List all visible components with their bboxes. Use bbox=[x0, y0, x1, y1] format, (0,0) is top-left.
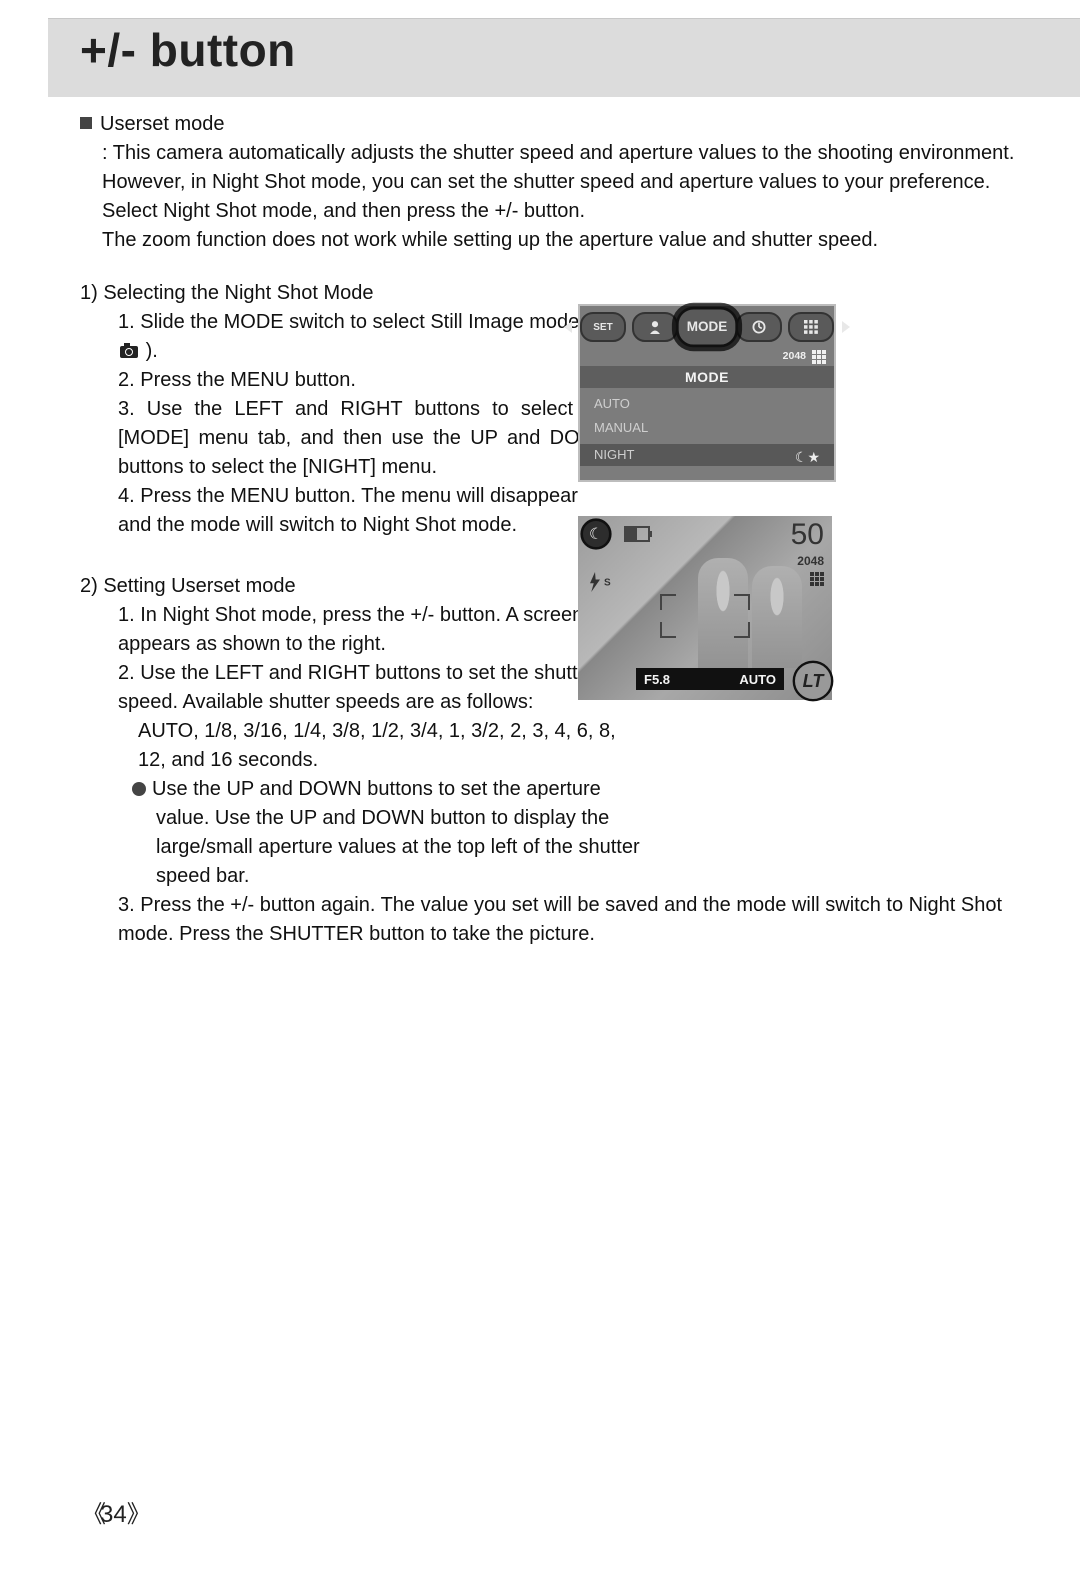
battery-icon bbox=[624, 526, 650, 542]
sec2-step3: 3. Press the +/- button again. The value… bbox=[118, 891, 1020, 949]
body-text: Userset mode : This camera automatically… bbox=[80, 110, 1020, 949]
sec2-bullet1: Use the UP and DOWN buttons to set the a… bbox=[152, 778, 640, 887]
night-moon-icon: ☾★ bbox=[795, 446, 820, 468]
shutter-auto-label: AUTO bbox=[739, 672, 784, 687]
dot-bullet-icon bbox=[132, 782, 146, 796]
flash-slow-icon: S bbox=[586, 572, 611, 597]
userset-intro-1: : This camera automatically adjusts the … bbox=[102, 139, 1020, 226]
preview-top-icons: ☾ bbox=[584, 522, 650, 546]
section1-title: 1) Selecting the Night Shot Mode bbox=[80, 279, 1020, 308]
page-number: 《34》 bbox=[82, 1494, 145, 1529]
arrow-right-icon bbox=[842, 321, 850, 333]
mode-tab-icon: MODE bbox=[676, 307, 738, 348]
portrait-tab-icon bbox=[632, 312, 678, 342]
userset-heading: Userset mode bbox=[100, 113, 225, 135]
sec1-step1: 1. Slide the MODE switch to select Still… bbox=[118, 308, 613, 366]
quality-grid-icon bbox=[812, 350, 826, 364]
angle-right-icon: 》 bbox=[127, 1501, 145, 1528]
mode-tab-icons: SET MODE bbox=[580, 310, 834, 344]
sec2-step1: 1. In Night Shot mode, press the +/- but… bbox=[118, 601, 623, 659]
sec2-step2b: AUTO, 1/8, 3/16, 1/4, 3/8, 1/2, 3/4, 1, … bbox=[138, 717, 643, 775]
sec1-step4: 4. Press the MENU button. The menu will … bbox=[118, 482, 613, 540]
sec2-bullet1-row: Use the UP and DOWN buttons to set the a… bbox=[156, 775, 646, 891]
night-mode-icon: ☾ bbox=[580, 518, 611, 549]
preview-resolution: 2048 bbox=[797, 554, 824, 568]
section2-title: 2) Setting Userset mode bbox=[80, 572, 1020, 601]
header-band: +/- button bbox=[48, 18, 1080, 97]
exposure-bar: F5.8 AUTO bbox=[636, 668, 784, 690]
figure-mode-menu: SET MODE 2048 MODE AUTO MANUAL bbox=[578, 304, 836, 482]
angle-left-icon: 《 bbox=[82, 1501, 100, 1528]
arrow-left-icon bbox=[564, 321, 572, 333]
page-title: +/- button bbox=[80, 23, 296, 77]
camera-icon bbox=[120, 346, 138, 358]
square-bullet-icon bbox=[80, 117, 92, 129]
grid-tab-icon bbox=[788, 312, 834, 342]
mode-item-night: NIGHT ☾★ bbox=[580, 444, 834, 466]
timer-tab-icon bbox=[736, 312, 782, 342]
lt-badge-icon: LT bbox=[793, 661, 834, 702]
figure-preview-screen: ☾ 50 2048 S F5.8 AUTO LT bbox=[578, 516, 832, 700]
mode-item-auto: AUTO bbox=[594, 396, 630, 411]
manual-page: +/- button Userset mode : This camera au… bbox=[0, 0, 1080, 1577]
mode-menu-header: MODE bbox=[580, 366, 834, 388]
sec1-step2: 2. Press the MENU button. bbox=[118, 366, 613, 395]
preview-person bbox=[752, 566, 802, 668]
sec2-step2: 2. Use the LEFT and RIGHT buttons to set… bbox=[118, 659, 623, 717]
userset-intro-2: The zoom function does not work while se… bbox=[102, 226, 1020, 255]
shots-remaining: 50 bbox=[791, 518, 824, 552]
resolution-badge: 2048 bbox=[783, 350, 806, 362]
mode-item-manual: MANUAL bbox=[594, 420, 648, 435]
sec1-step3: 3. Use the LEFT and RIGHT buttons to sel… bbox=[118, 395, 613, 482]
set-tab-icon: SET bbox=[580, 312, 626, 342]
aperture-value: F5.8 bbox=[636, 672, 739, 687]
userset-heading-row: Userset mode bbox=[80, 110, 1020, 139]
af-frame-icon bbox=[660, 594, 750, 638]
preview-quality-icon bbox=[810, 572, 824, 586]
